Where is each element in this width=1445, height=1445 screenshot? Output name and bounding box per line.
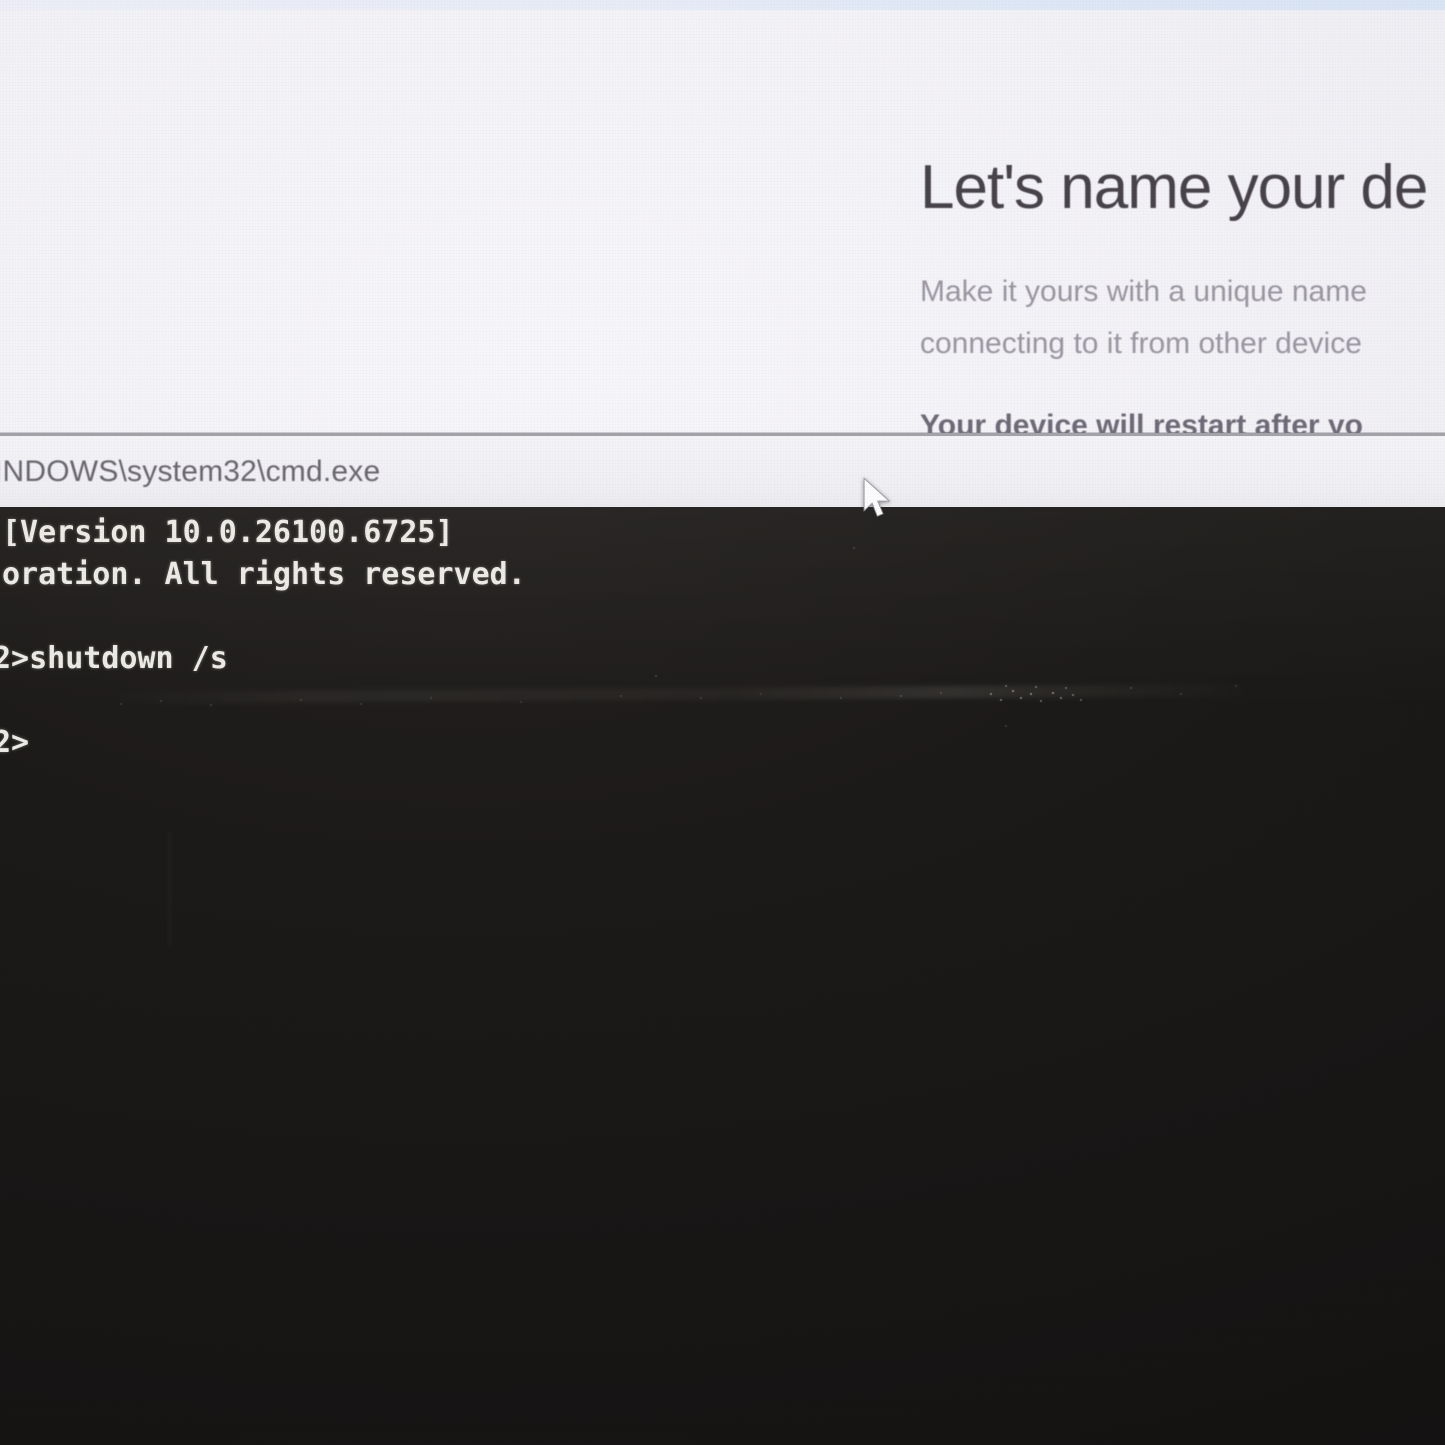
screen: Let's name your de Make it yours with a … <box>0 0 1445 1445</box>
cmd-window-title: INDOWS\system32\cmd.exe <box>0 455 380 489</box>
terminal-line <box>2 596 1445 638</box>
oobe-subtitle: Make it yours with a unique name connecti… <box>920 266 1367 370</box>
screen-smear <box>168 832 171 947</box>
terminal-output: [Version 10.0.26100.6725] oration. All r… <box>0 507 1445 764</box>
terminal-prompt[interactable]: 2> <box>0 722 1445 764</box>
terminal-command-line: 2>shutdown /s <box>0 638 1445 680</box>
cmd-window: INDOWS\system32\cmd.exe [Version 10.0.26… <box>0 433 1445 1445</box>
terminal-line: oration. All rights reserved. <box>2 554 1445 596</box>
screen-edge-strip <box>0 0 1445 10</box>
page-title: Let's name your de <box>920 152 1427 223</box>
terminal-line: [Version 10.0.26100.6725] <box>2 512 1445 554</box>
terminal[interactable]: [Version 10.0.26100.6725] oration. All r… <box>0 507 1445 1445</box>
mouse-cursor-icon <box>860 477 892 522</box>
oobe-subtitle-line1: Make it yours with a unique name <box>920 275 1367 308</box>
cmd-titlebar[interactable]: INDOWS\system32\cmd.exe <box>0 436 1445 507</box>
oobe-subtitle-line2: connecting to it from other device <box>920 327 1362 360</box>
dust-specks <box>0 507 2 509</box>
